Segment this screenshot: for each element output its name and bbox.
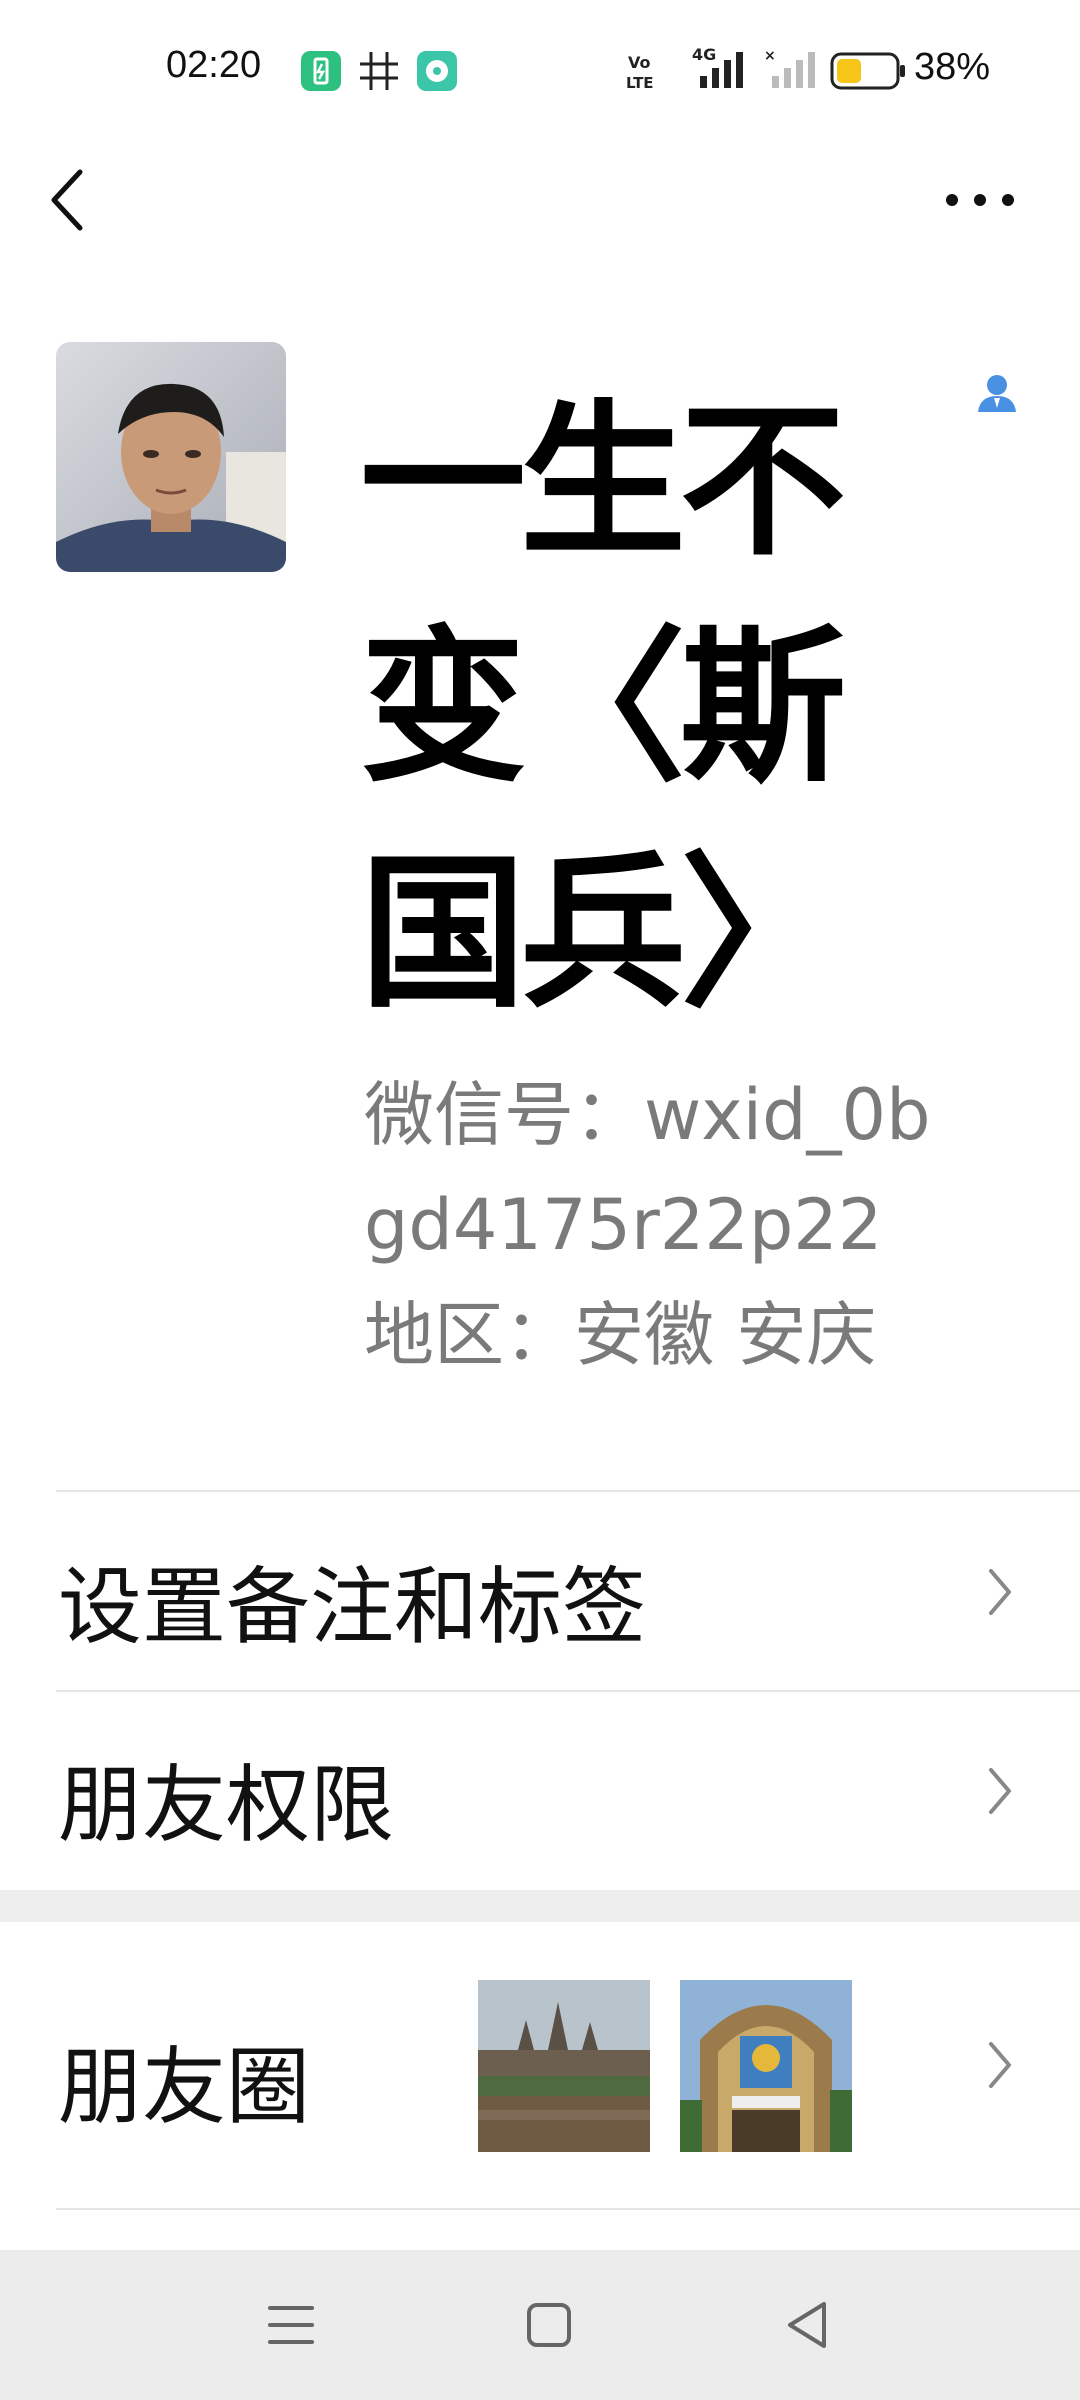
remark-and-tags-label: 设置备注和标签 <box>58 1558 647 1656</box>
contact-person-icon[interactable] <box>976 372 1018 414</box>
avatar-photo <box>56 342 286 572</box>
home-icon[interactable] <box>514 2290 584 2360</box>
chevron-right-icon <box>989 1768 1011 1814</box>
friend-permissions-row[interactable]: 朋友权限 <box>0 1692 1080 1890</box>
signal-empty-icon: × <box>764 46 818 94</box>
moment-thumbnail <box>478 1980 650 2152</box>
remark-and-tags-row[interactable]: 设置备注和标签 <box>0 1492 1080 1692</box>
region: 地区：安徽 安庆 <box>364 1294 877 1376</box>
moment-thumbnail <box>680 1980 852 2152</box>
chevron-left-icon <box>51 169 83 231</box>
more-dots-icon <box>946 194 1014 206</box>
status-bar: 02:20 Vo LTE 4G × 38% <box>0 0 1080 140</box>
svg-text:LTE: LTE <box>626 74 654 92</box>
signal-4g-icon: 4G <box>692 44 754 94</box>
svg-text:4G: 4G <box>692 45 716 64</box>
moments-label: 朋友圈 <box>58 2038 311 2136</box>
divider <box>56 2208 1080 2210</box>
more-button[interactable] <box>940 170 1020 230</box>
battery-percent: 38% <box>914 46 991 88</box>
chevron-right-icon <box>989 2042 1011 2088</box>
avatar[interactable] <box>56 342 286 572</box>
chevron-right-icon <box>989 1569 1011 1615</box>
svg-text:×: × <box>764 48 776 64</box>
wechat-id[interactable]: 微信号：wxid_0bgd4175r22p22 <box>364 1060 974 1280</box>
charging-app-icon <box>300 50 342 96</box>
svg-text:Vo: Vo <box>628 53 651 72</box>
menu-icon[interactable] <box>256 2290 326 2360</box>
system-nav-bar <box>0 2250 1080 2400</box>
section-gap <box>0 1890 1080 1922</box>
friend-permissions-label: 朋友权限 <box>58 1756 395 1854</box>
grid-app-icon <box>358 50 400 96</box>
battery-icon <box>830 52 908 96</box>
status-time: 02:20 <box>166 44 262 86</box>
back-button[interactable] <box>40 160 100 240</box>
volte-icon: Vo LTE <box>626 52 670 96</box>
back-triangle-icon[interactable] <box>772 2290 842 2360</box>
moments-row[interactable]: 朋友圈 <box>0 1922 1080 2208</box>
music-app-icon <box>416 50 458 96</box>
display-name: 一生不变〈斯国兵〉 <box>360 386 846 1031</box>
